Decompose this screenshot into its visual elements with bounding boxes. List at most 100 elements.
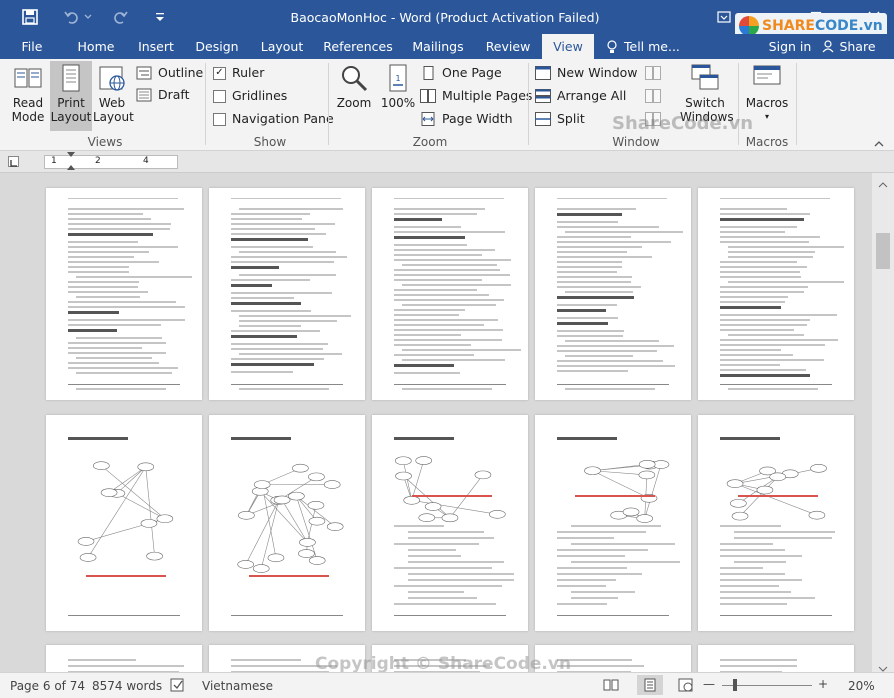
- page-width-button[interactable]: Page Width: [420, 109, 513, 129]
- page-thumbnail[interactable]: [372, 188, 528, 400]
- reset-window-position-icon[interactable]: [645, 109, 667, 129]
- page-thumbnail[interactable]: [209, 645, 365, 672]
- tab-layout[interactable]: Layout: [252, 34, 312, 59]
- web-layout-label-2: Layout: [93, 110, 134, 124]
- zoom-100-button[interactable]: 1 100%: [378, 63, 418, 110]
- word-count[interactable]: 8574 words: [92, 679, 162, 693]
- ruler-checkbox[interactable]: ✓ Ruler: [213, 63, 264, 83]
- draft-label: Draft: [158, 87, 190, 102]
- web-layout-view-icon[interactable]: [678, 678, 694, 695]
- page-thumbnail[interactable]: [535, 415, 691, 631]
- page-thumbnail[interactable]: [372, 645, 528, 672]
- arrange-all-button[interactable]: Arrange All: [535, 86, 626, 106]
- group-separator: [528, 63, 529, 145]
- tab-references[interactable]: References: [318, 34, 398, 59]
- vertical-scrollbar[interactable]: [872, 173, 894, 672]
- synchronous-scrolling-icon[interactable]: [645, 86, 667, 106]
- tell-me-box[interactable]: Tell me...: [606, 34, 686, 59]
- horizontal-ruler[interactable]: 1 2 4: [44, 152, 178, 170]
- read-mode-button[interactable]: Read Mode: [8, 63, 48, 124]
- tab-file[interactable]: File: [0, 34, 64, 59]
- ruler-mark-2: 2: [95, 156, 101, 166]
- new-window-button[interactable]: New Window: [535, 63, 638, 83]
- page-thumbnail[interactable]: [535, 188, 691, 400]
- ribbon: Read Mode Print Layout Web Layout Outlin…: [0, 59, 894, 151]
- gridlines-checkbox[interactable]: Gridlines: [213, 86, 287, 106]
- outline-icon: [136, 66, 152, 80]
- page-thumbnail[interactable]: [46, 645, 202, 672]
- tab-design[interactable]: Design: [188, 34, 246, 59]
- proofing-icon[interactable]: [170, 678, 186, 695]
- draft-icon: [136, 88, 152, 102]
- read-mode-view-icon[interactable]: [603, 678, 619, 695]
- page-width-label: Page Width: [442, 111, 513, 126]
- zoom-in-icon[interactable]: +: [818, 677, 828, 691]
- print-layout-label-1: Print: [57, 96, 85, 110]
- undo-dropdown-icon[interactable]: [83, 7, 93, 27]
- switch-label-1: Switch: [685, 96, 725, 110]
- save-icon[interactable]: [20, 7, 40, 27]
- sign-in-link[interactable]: Sign in: [762, 34, 818, 59]
- read-mode-icon: [13, 63, 43, 93]
- tab-mailings[interactable]: Mailings: [405, 34, 471, 59]
- scrollbar-thumb[interactable]: [876, 233, 890, 269]
- logo-part1: SHARE: [762, 18, 815, 34]
- customize-qat-icon[interactable]: [150, 7, 170, 27]
- draft-button[interactable]: Draft: [136, 85, 190, 105]
- collapse-ribbon-icon[interactable]: [874, 137, 884, 151]
- tab-home[interactable]: Home: [66, 34, 126, 59]
- undo-icon[interactable]: [62, 7, 82, 27]
- redo-icon[interactable]: [110, 7, 130, 27]
- switch-windows-button[interactable]: Switch Windows: [680, 63, 734, 124]
- svg-text:1: 1: [395, 74, 400, 83]
- page-thumbnail[interactable]: [209, 188, 365, 400]
- language-indicator[interactable]: Vietnamese: [202, 679, 273, 693]
- print-layout-button[interactable]: Print Layout: [50, 61, 92, 131]
- page-thumbnail[interactable]: [372, 415, 528, 631]
- navigation-pane-checkbox[interactable]: Navigation Pane: [213, 109, 334, 129]
- window-group-label: Window: [612, 135, 660, 149]
- page-thumbnail[interactable]: [698, 188, 854, 400]
- share-button[interactable]: Share: [820, 34, 878, 59]
- web-layout-button[interactable]: Web Layout: [93, 63, 134, 124]
- document-area[interactable]: [0, 173, 872, 672]
- one-page-label: One Page: [442, 65, 502, 80]
- macros-button[interactable]: Macros ▾: [744, 63, 790, 124]
- page-thumbnail[interactable]: [698, 645, 854, 672]
- print-layout-view-icon[interactable]: [637, 675, 663, 695]
- gridlines-label: Gridlines: [232, 88, 288, 103]
- view-side-by-side-icon[interactable]: [645, 63, 667, 83]
- page-thumbnail[interactable]: [698, 415, 854, 631]
- tab-insert[interactable]: Insert: [128, 34, 184, 59]
- multiple-pages-label: Multiple Pages: [442, 88, 533, 103]
- zoom-100-icon: 1: [383, 63, 413, 93]
- page-count[interactable]: Page 6 of 74: [10, 679, 85, 693]
- tab-view[interactable]: View: [542, 34, 594, 59]
- print-layout-label-2: Layout: [50, 110, 92, 124]
- split-button[interactable]: Split: [535, 109, 585, 129]
- zoom-slider-thumb[interactable]: [733, 679, 737, 691]
- page-thumbnail[interactable]: [535, 645, 691, 672]
- one-page-button[interactable]: One Page: [420, 63, 502, 83]
- one-page-icon: [420, 66, 436, 80]
- page-width-icon: [420, 112, 436, 126]
- new-window-icon: [535, 66, 551, 80]
- page-thumbnail[interactable]: [209, 415, 365, 631]
- page-thumbnail[interactable]: [46, 188, 202, 400]
- multiple-pages-button[interactable]: Multiple Pages: [420, 86, 532, 106]
- zoom-button[interactable]: Zoom: [334, 63, 374, 110]
- first-line-indent-marker[interactable]: [67, 152, 75, 157]
- tab-review[interactable]: Review: [478, 34, 538, 59]
- hanging-indent-marker[interactable]: [67, 165, 75, 170]
- logo-part2: CODE: [814, 18, 859, 34]
- zoom-out-icon[interactable]: —: [703, 677, 715, 691]
- page-thumbnail[interactable]: [46, 415, 202, 631]
- scroll-up-icon[interactable]: [878, 177, 888, 191]
- tab-selector-icon[interactable]: [8, 156, 19, 167]
- outline-button[interactable]: Outline: [136, 63, 203, 83]
- new-window-label: New Window: [557, 65, 638, 80]
- zoom-percent[interactable]: 20%: [848, 679, 875, 693]
- macros-group-label: Macros: [745, 135, 789, 149]
- macros-dropdown-icon: ▾: [764, 112, 769, 121]
- gridlines-box: [213, 89, 226, 103]
